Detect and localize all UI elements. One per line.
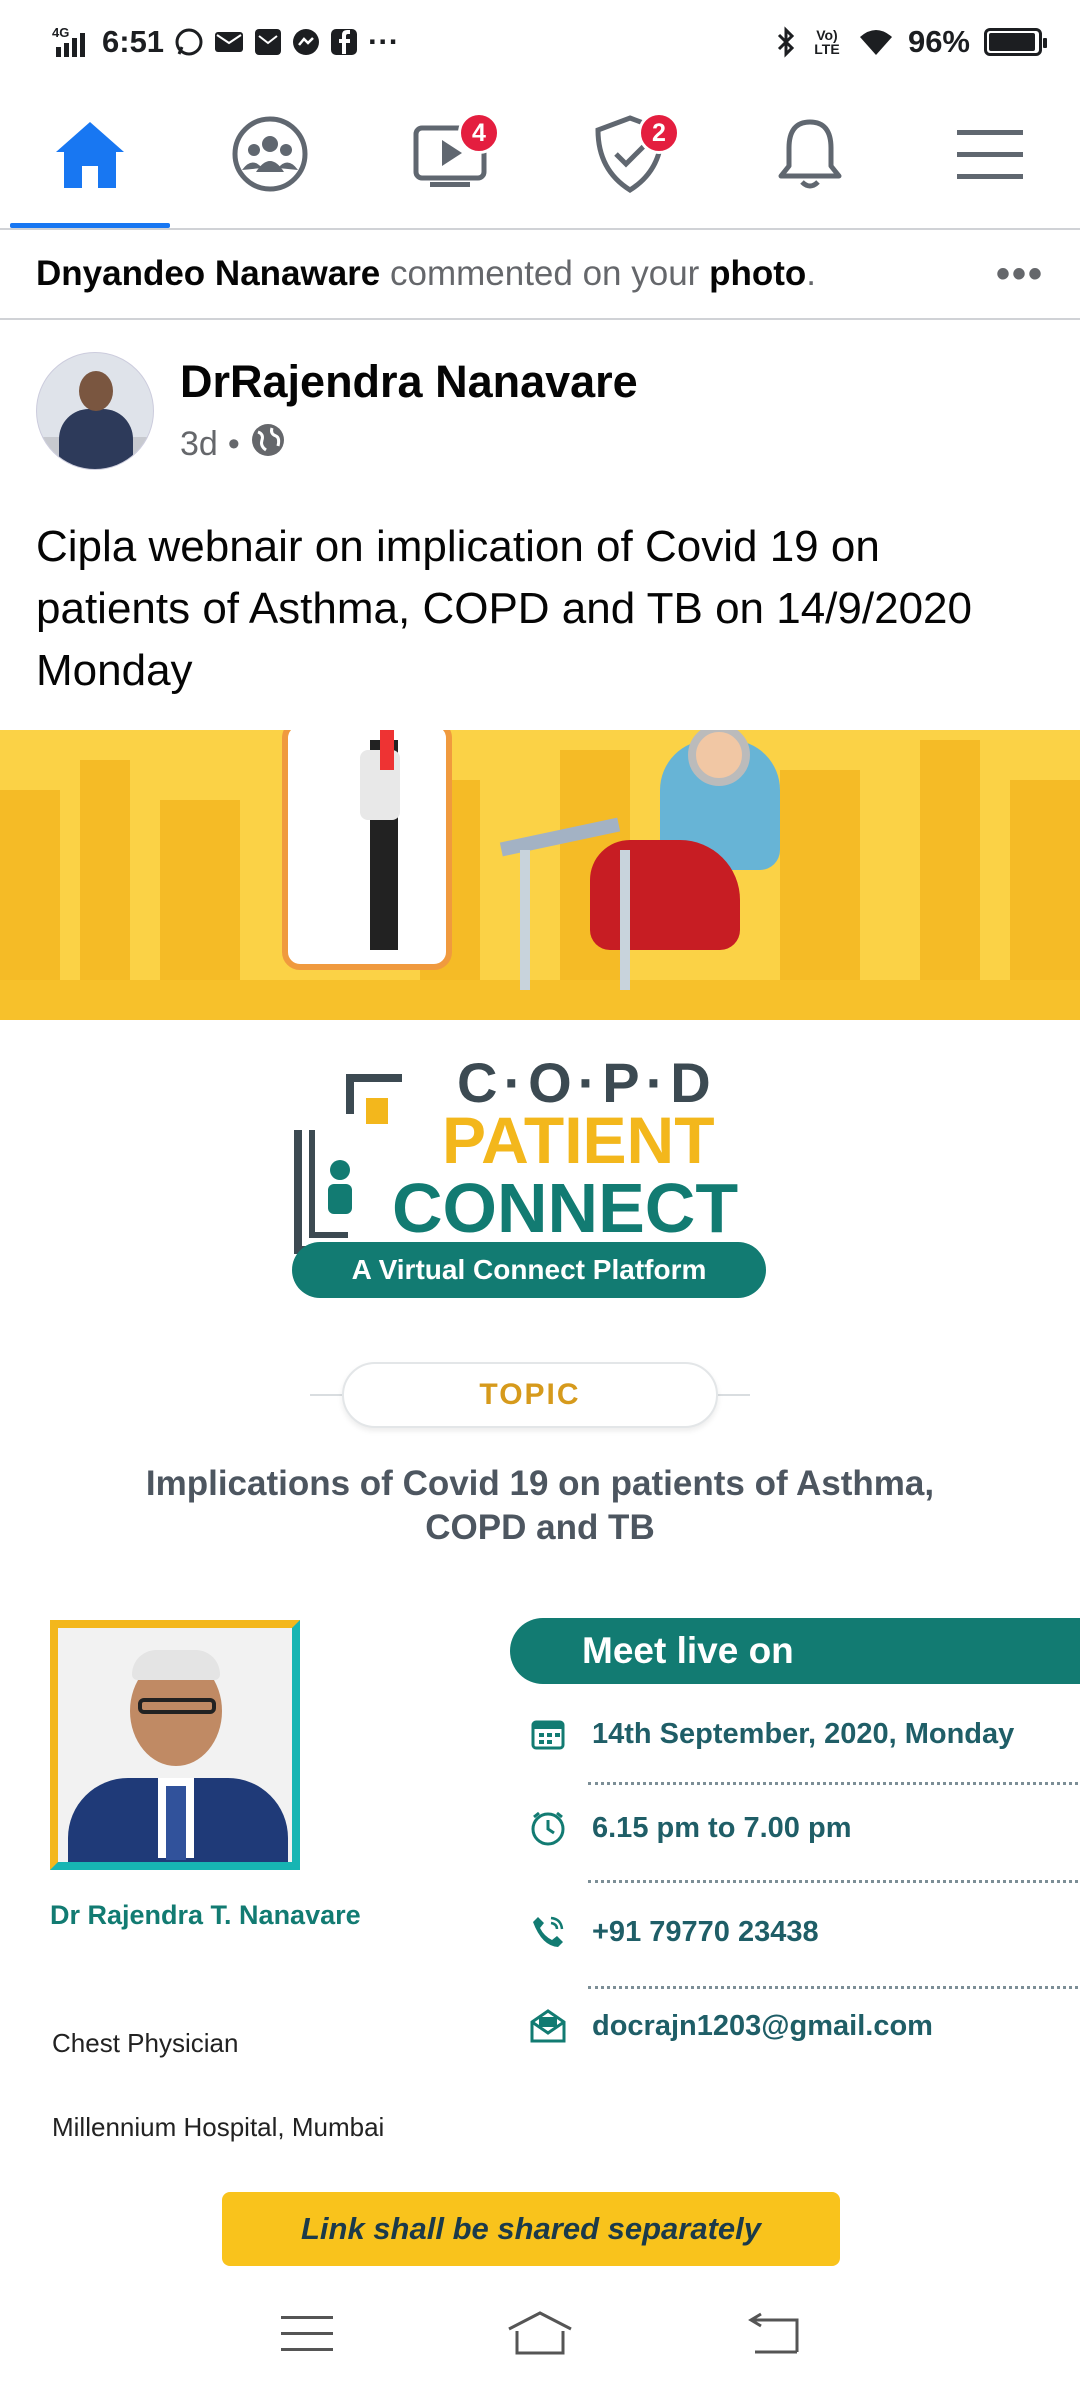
meet-time: 6.15 pm to 7.00 pm [592,1811,852,1844]
topic-text: Implications of Covid 19 on patients of … [145,1464,935,1547]
system-nav-bar [0,2272,1080,2400]
copd-logo: C·O·P·D PATIENT CONNECT [292,1050,772,1270]
doctor-name: Dr Rajendra T. Nanavare [50,1900,361,1930]
post-header: DrRajendra Nanavare 3d • [36,352,638,470]
notification-end: . [806,254,816,293]
meet-phone-row: +91 79770 23438 [528,1912,1068,1952]
meet-live-header: Meet live on [510,1618,1080,1684]
post-time-row: 3d • [180,422,638,467]
globe-icon [250,422,286,467]
meet-date: 14th September, 2020, Monday [592,1717,1015,1750]
doctor-title: Chest Physician [52,2028,239,2058]
tab-groups[interactable] [180,84,360,228]
post-author[interactable]: DrRajendra Nanavare [180,356,638,408]
messenger-icon [292,28,320,56]
groups-icon [230,114,310,199]
post-meta: DrRajendra Nanavare 3d • [180,356,638,467]
tab-pages[interactable]: 2 [540,84,720,228]
meet-time-row: 6.15 pm to 7.00 pm [528,1808,1068,1848]
link-note: Link shall be shared separately [222,2192,840,2266]
phone-icon [528,1912,568,1952]
network-label: 4G [52,25,69,40]
system-menu-button[interactable] [262,2301,352,2371]
platform-pill: A Virtual Connect Platform [292,1242,766,1298]
status-bar: 4G 6:51 ··· Vo) LTE 96% [0,0,1080,84]
meet-email-row: docrajn1203@gmail.com [528,2006,1068,2046]
divider [588,1782,1078,1785]
tab-menu[interactable] [900,84,1080,228]
system-home-button[interactable] [495,2301,585,2371]
topic-label: TOPIC [342,1362,718,1428]
notification-bar[interactable]: Dnyandeo Nanaware commented on your phot… [0,230,1080,320]
pages-badge: 2 [638,112,680,154]
clock-icon [528,1808,568,1848]
mail-icon [254,28,282,56]
facebook-icon [330,28,358,56]
whatsapp-icon [174,27,204,57]
avatar[interactable] [36,352,154,470]
email-icon [528,2006,568,2046]
tab-watch[interactable]: 4 [360,84,540,228]
battery-percent: 96% [907,24,970,59]
menu-icon [955,124,1025,189]
doctor-hospital: Millennium Hospital, Mumbai [52,2112,385,2142]
more-options-button[interactable]: ••• [996,252,1044,297]
meet-date-row: 14th September, 2020, Monday [528,1714,1068,1754]
status-right: Vo) LTE 96% [776,24,1047,60]
battery-fill [989,33,1036,51]
home-icon [505,2310,575,2362]
battery-icon [984,28,1047,56]
post-image[interactable]: C·O·P·D PATIENT CONNECT A Virtual Connec… [0,730,1080,2270]
notification-text: Dnyandeo Nanaware commented on your phot… [36,254,816,294]
notification-object: photo [709,254,807,293]
bell-icon [775,116,845,197]
meet-email: docrajn1203@gmail.com [592,2009,933,2042]
home-icon [50,118,130,195]
status-time: 6:51 [102,24,165,59]
calendar-icon [528,1714,568,1754]
divider [588,1880,1078,1883]
meet-phone: +91 79770 23438 [592,1915,819,1948]
back-icon [745,2312,801,2361]
notification-actor: Dnyandeo Nanaware [36,254,381,293]
top-nav-bar: 4 2 [0,84,1080,230]
menu-icon [280,2314,333,2359]
doctor-photo [50,1620,300,1870]
volte-label: Vo) LTE [814,27,840,57]
poster-banner-illustration [0,730,1080,1020]
status-left: 4G 6:51 ··· [52,24,399,60]
bluetooth-icon [776,26,796,58]
system-back-button[interactable] [728,2301,818,2371]
mail-icon [214,29,244,55]
logo-patient: PATIENT [442,1103,715,1177]
signal-icon: 4G [52,25,92,59]
status-overflow: ··· [368,24,400,59]
watch-badge: 4 [458,112,500,154]
tab-home[interactable] [0,84,180,228]
post-time[interactable]: 3d [180,425,218,464]
post-separator: • [227,424,240,463]
logo-connect: CONNECT [392,1169,739,1247]
wifi-icon [858,27,894,57]
notification-action: commented on your [380,254,710,293]
post-text: Cipla webnair on implication of Covid 19… [36,522,972,695]
tab-notifications[interactable] [720,84,900,228]
divider [588,1986,1078,1989]
